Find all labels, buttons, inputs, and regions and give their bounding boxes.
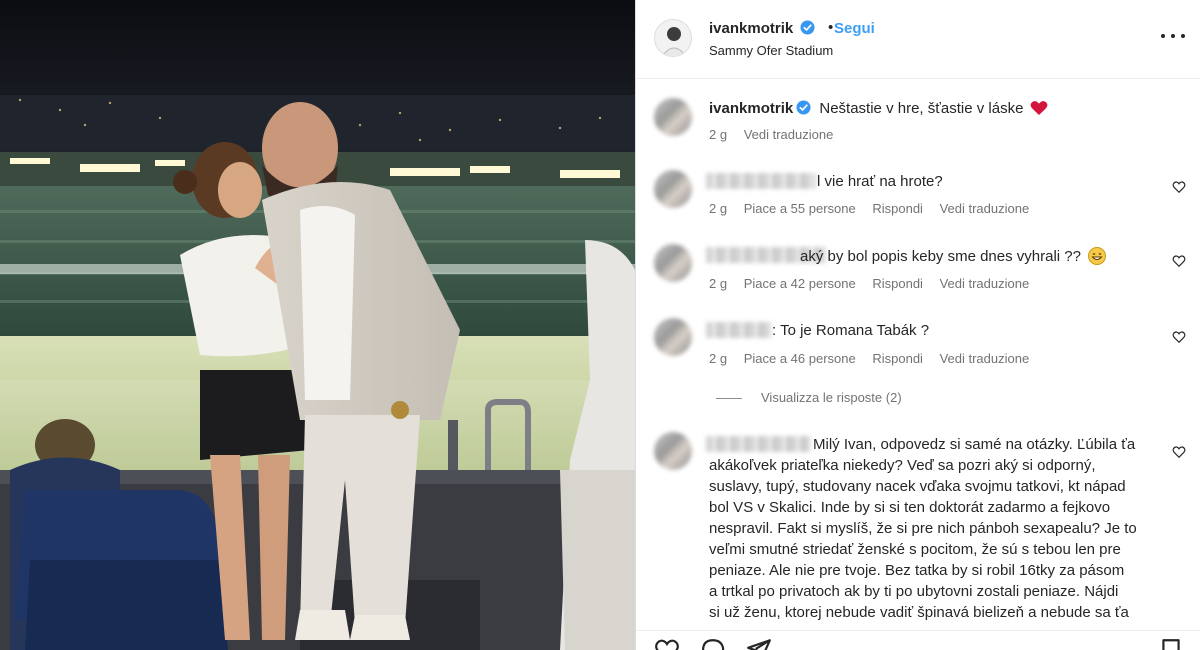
- author-avatar[interactable]: [654, 19, 692, 57]
- comment-time: 2 g: [709, 276, 728, 291]
- comment-username-blurred[interactable]: [706, 322, 772, 338]
- comment-translate-link[interactable]: Vedi traduzione: [940, 351, 1030, 366]
- comment-text: l vie hrať na hrote?: [817, 173, 943, 190]
- view-replies-line: [716, 398, 742, 399]
- caption-text: Neštastie v hre, šťastie v láske: [819, 100, 1024, 117]
- comment-avatar[interactable]: [654, 432, 692, 470]
- caption-username[interactable]: ivankmotrik: [709, 100, 793, 117]
- caption: ivankmotrik Neštastie v hre, šťastie v l…: [709, 100, 1048, 117]
- comment-meta: 2 g Piace a 55 persone Rispondi Vedi tra…: [709, 201, 1042, 216]
- verified-badge-icon: [796, 100, 811, 115]
- post-header: ivankmotrik • Segui Sammy Ofer Stadium: [636, 0, 1200, 79]
- comment-like-heart-icon[interactable]: [1172, 330, 1186, 344]
- post-location[interactable]: Sammy Ofer Stadium: [709, 43, 833, 58]
- comment-time: 2 g: [709, 201, 728, 216]
- comment-like-heart-icon[interactable]: [1172, 254, 1186, 268]
- caption-translate-link[interactable]: Vedi traduzione: [744, 127, 834, 142]
- comment-text: : To je Romana Tabák ?: [772, 322, 930, 339]
- grin-emoji: [1088, 247, 1107, 265]
- view-replies-button[interactable]: Visualizza le risposte (2): [761, 390, 902, 405]
- stadium-couple-photo: [0, 0, 635, 650]
- post-photo[interactable]: [0, 0, 635, 650]
- comment-reply-button[interactable]: Rispondi: [872, 351, 923, 366]
- comment-icon[interactable]: [700, 637, 726, 650]
- comment-translate-link[interactable]: Vedi traduzione: [940, 201, 1030, 216]
- comment-reply-button[interactable]: Rispondi: [872, 276, 923, 291]
- heart-icon[interactable]: [654, 637, 680, 650]
- share-icon[interactable]: [746, 637, 772, 650]
- comment-likes-link[interactable]: Piace a 42 persone: [744, 276, 856, 291]
- heart-emoji: [1030, 101, 1047, 115]
- comment-avatar[interactable]: [654, 318, 692, 356]
- bookmark-icon[interactable]: [1158, 637, 1184, 650]
- comment-username-blurred[interactable]: [706, 173, 816, 189]
- post-action-bar: [636, 630, 1200, 650]
- comment-translate-link[interactable]: Vedi traduzione: [940, 276, 1030, 291]
- long-comment-text: Milý Ivan, odpovedz si samé na otázky. Ľ…: [709, 436, 1137, 621]
- comment-avatar[interactable]: [654, 170, 692, 208]
- caption-meta: 2 g Vedi traduzione: [709, 127, 846, 142]
- more-options-icon[interactable]: [1160, 27, 1186, 45]
- comment-time: 2 g: [709, 351, 728, 366]
- comment-reply-button[interactable]: Rispondi: [872, 201, 923, 216]
- comment-text-content: aký by bol popis keby sme dnes vyhrali ?…: [800, 248, 1081, 265]
- comment-likes-link[interactable]: Piace a 55 persone: [744, 201, 856, 216]
- caption-avatar[interactable]: [654, 98, 692, 136]
- comment-meta: 2 g Piace a 42 persone Rispondi Vedi tra…: [709, 276, 1042, 291]
- follow-button[interactable]: Segui: [834, 20, 875, 37]
- verified-badge-icon: [800, 20, 815, 35]
- comment-meta: 2 g Piace a 46 persone Rispondi Vedi tra…: [709, 351, 1042, 366]
- separator-dot: •: [828, 19, 834, 36]
- comment-avatar[interactable]: [654, 244, 692, 282]
- comment-like-heart-icon[interactable]: [1172, 445, 1186, 459]
- post-details-panel: ivankmotrik • Segui Sammy Ofer Stadium i…: [635, 0, 1200, 650]
- comment-likes-link[interactable]: Piace a 46 persone: [744, 351, 856, 366]
- author-username-text: ivankmotrik: [709, 20, 794, 37]
- comment-like-heart-icon[interactable]: [1172, 180, 1186, 194]
- author-username[interactable]: ivankmotrik: [709, 20, 815, 37]
- caption-time: 2 g: [709, 127, 728, 142]
- comment-text: aký by bol popis keby sme dnes vyhrali ?…: [800, 247, 1107, 265]
- avatar-image: [655, 20, 691, 56]
